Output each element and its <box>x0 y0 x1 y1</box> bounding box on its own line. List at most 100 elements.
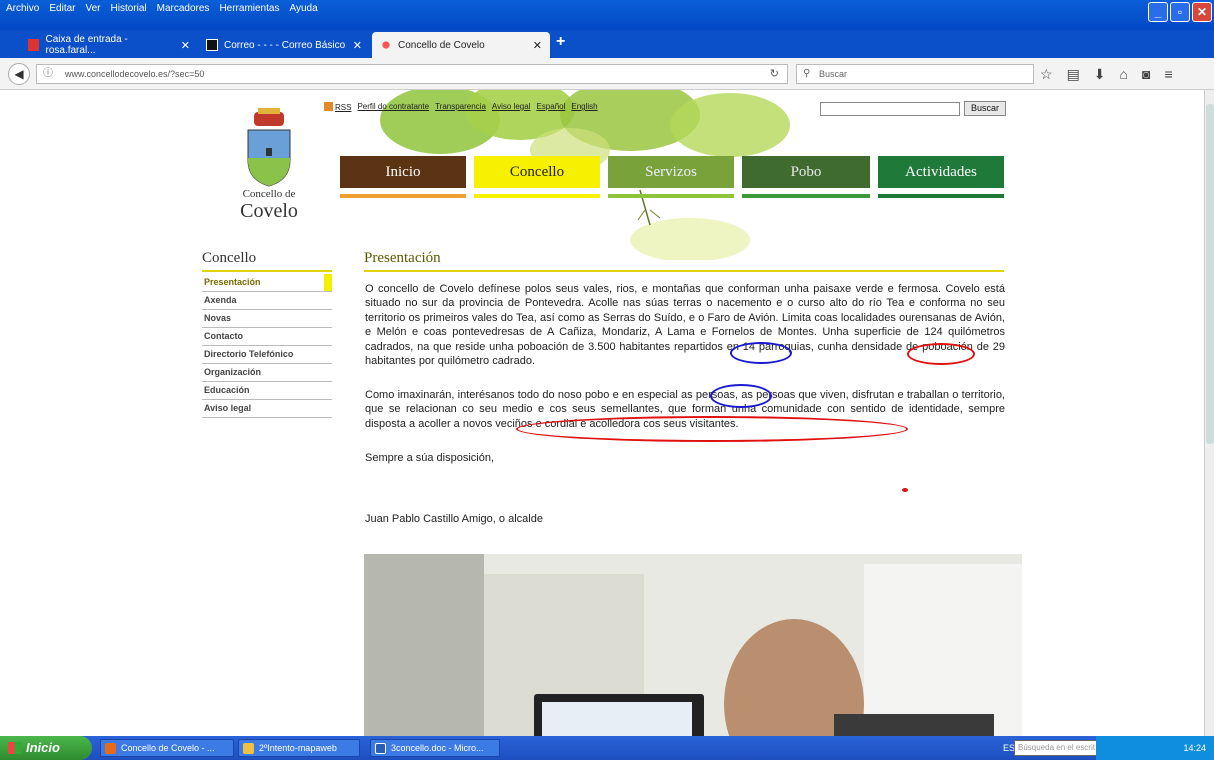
folder-icon <box>243 743 254 754</box>
nav-underline <box>340 194 466 198</box>
menu-historial[interactable]: Historial <box>111 0 147 18</box>
tab-bar: Caixa de entrada - rosa.faral... ✕ Corre… <box>0 30 1214 58</box>
sidebar-item-contacto[interactable]: Contacto <box>202 328 332 346</box>
info-icon[interactable]: ⓘ <box>43 65 53 83</box>
menu-herramientas[interactable]: Herramientas <box>219 0 279 18</box>
red-dot-mark <box>902 488 908 492</box>
reading-list-icon[interactable]: ▤ <box>1067 66 1080 83</box>
bookmark-star-icon[interactable]: ☆ <box>1040 66 1053 83</box>
url-text: www.concellodecovelo.es/?sec=50 <box>65 69 205 79</box>
title-divider <box>364 270 1004 272</box>
nav-inicio[interactable]: Inicio <box>340 156 466 188</box>
taskbar-item-word[interactable]: 3concello.doc - Micro... <box>370 739 500 757</box>
sidebar-item-educacion[interactable]: Educación <box>202 382 332 400</box>
search-icon: ⚲ <box>803 68 811 79</box>
menu-editar[interactable]: Editar <box>49 0 75 18</box>
menu-marcadores[interactable]: Marcadores <box>157 0 210 18</box>
window-titlebar: Archivo Editar Ver Historial Marcadores … <box>0 0 1214 30</box>
back-button[interactable]: ◀ <box>8 63 30 85</box>
nav-actividades[interactable]: Actividades <box>878 156 1004 188</box>
sidebar-item-directorio[interactable]: Directorio Telefónico <box>202 346 332 364</box>
pocket-icon[interactable]: ◙ <box>1142 66 1150 83</box>
taskbar-item-folder[interactable]: 2ºIntento-mapaweb <box>238 739 360 757</box>
close-tab-icon[interactable]: ✕ <box>181 39 190 52</box>
brand-line1: Concello de <box>242 188 296 200</box>
closing-line: Sempre a súa disposición, <box>365 452 495 464</box>
sidebar-menu: Presentación Axenda Novas Contacto Direc… <box>202 274 332 418</box>
tab-correo[interactable]: Correo - - - - Correo Básico ✕ <box>198 32 370 58</box>
windows-taskbar: Inicio Concello de Covelo - ... 2ºIntent… <box>0 736 1214 760</box>
menu-ayuda[interactable]: Ayuda <box>289 0 317 18</box>
browser-search-input[interactable]: ⚲ Buscar <box>796 64 1034 84</box>
vertical-scrollbar[interactable] <box>1204 90 1214 736</box>
nav-servizos[interactable]: Servizos <box>608 156 734 188</box>
red-annotation-ellipse <box>516 416 908 442</box>
nav-underline <box>742 194 870 198</box>
close-window-button[interactable]: ✕ <box>1192 2 1212 22</box>
close-tab-icon[interactable]: ✕ <box>533 39 542 52</box>
maximize-button[interactable]: ▫ <box>1170 2 1190 22</box>
close-tab-icon[interactable]: ✕ <box>353 39 362 52</box>
menu-bar: Archivo Editar Ver Historial Marcadores … <box>0 0 318 18</box>
perfil-contratante-link[interactable]: Perfil do contratante <box>357 102 429 112</box>
tab-label: Correo - - - - Correo Básico <box>224 39 346 51</box>
blue-annotation-circle <box>710 384 772 408</box>
sidebar-divider <box>202 270 332 272</box>
tab-label: Concello de Covelo <box>398 39 485 51</box>
sidebar-item-aviso-legal[interactable]: Aviso legal <box>202 400 332 418</box>
nav-underline <box>608 194 734 198</box>
signature-line: Juan Pablo Castillo Amigo, o alcalde <box>365 513 543 525</box>
page-title: Presentación <box>364 250 441 266</box>
tab-gmail[interactable]: Caixa de entrada - rosa.faral... ✕ <box>20 32 198 58</box>
downloads-icon[interactable]: ⬇ <box>1094 66 1106 83</box>
taskbar-item-firefox[interactable]: Concello de Covelo - ... <box>100 739 234 757</box>
sidebar-title: Concello <box>202 250 257 266</box>
nav-underline <box>878 194 1004 198</box>
reload-icon[interactable]: ↻ <box>770 65 779 83</box>
top-links: RSS Perfil do contratante Transparencia … <box>324 102 598 112</box>
word-doc-icon <box>375 743 386 754</box>
tab-label: Caixa de entrada - rosa.faral... <box>45 34 128 56</box>
page-viewport: Concello de Covelo RSS Perfil do contrat… <box>0 90 1204 736</box>
red-annotation-circle <box>907 343 975 365</box>
navigation-toolbar: ◀ ⓘ www.concellodecovelo.es/?sec=50 ↻ ⚲ … <box>0 58 1214 90</box>
menu-icon[interactable]: ≡ <box>1164 66 1172 83</box>
transparencia-link[interactable]: Transparencia <box>435 102 486 112</box>
start-button[interactable]: Inicio <box>0 736 92 760</box>
sidebar-item-organizacion[interactable]: Organización <box>202 364 332 382</box>
site-search-button[interactable]: Buscar <box>964 101 1007 116</box>
site-favicon-icon <box>380 39 392 51</box>
start-label: Inicio <box>26 740 60 755</box>
home-icon[interactable]: ⌂ <box>1120 66 1128 83</box>
search-placeholder: Buscar <box>819 69 848 79</box>
taskbar-item-label: Concello de Covelo - ... <box>121 743 215 753</box>
rss-icon <box>324 102 333 111</box>
mail-icon <box>206 39 218 51</box>
minimize-button[interactable]: _ <box>1148 2 1168 22</box>
window-controls: _ ▫ ✕ <box>1148 2 1212 22</box>
toolbar-icons: ☆ ▤ ⬇ ⌂ ◙ ≡ <box>1040 66 1173 83</box>
menu-archivo[interactable]: Archivo <box>6 0 39 18</box>
address-bar[interactable]: ⓘ www.concellodecovelo.es/?sec=50 ↻ <box>36 64 788 84</box>
system-tray: 14:24 <box>1096 736 1214 760</box>
clock[interactable]: 14:24 <box>1183 743 1206 753</box>
tab-concello[interactable]: Concello de Covelo ✕ <box>372 32 550 58</box>
windows-logo-icon <box>8 742 21 754</box>
taskbar-item-label: 2ºIntento-mapaweb <box>259 743 337 753</box>
menu-ver[interactable]: Ver <box>85 0 100 18</box>
new-tab-icon[interactable]: + <box>556 33 565 51</box>
sidebar-item-novas[interactable]: Novas <box>202 310 332 328</box>
taskbar-item-label: 3concello.doc - Micro... <box>391 743 484 753</box>
nav-concello[interactable]: Concello <box>474 156 600 188</box>
espanol-link[interactable]: Español <box>536 102 565 112</box>
nav-pobo[interactable]: Pobo <box>742 156 870 188</box>
brand-line2: Covelo <box>240 200 298 222</box>
english-link[interactable]: English <box>571 102 597 112</box>
site-search-input[interactable] <box>820 102 960 116</box>
coat-of-arms-logo <box>247 108 291 187</box>
sidebar-item-presentacion[interactable]: Presentación <box>202 274 332 292</box>
scrollbar-thumb[interactable] <box>1206 104 1214 444</box>
sidebar-item-axenda[interactable]: Axenda <box>202 292 332 310</box>
rss-link[interactable]: RSS <box>324 102 351 112</box>
aviso-legal-link[interactable]: Aviso legal <box>492 102 531 112</box>
